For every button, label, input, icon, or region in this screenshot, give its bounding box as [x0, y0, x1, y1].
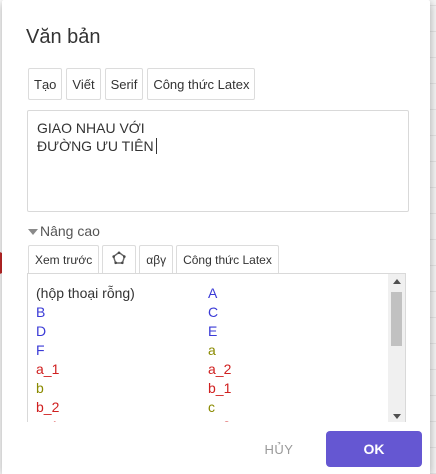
object-list-item[interactable]: a_2: [208, 360, 380, 379]
object-list-item[interactable]: C: [208, 303, 380, 322]
tab-serif[interactable]: Serif: [104, 68, 144, 100]
tab-preview[interactable]: Xem trước: [28, 245, 100, 273]
tab-geometry-objects[interactable]: [102, 245, 137, 273]
tab-greek-symbols[interactable]: αβγ: [139, 245, 174, 273]
geometry-pentagon-icon: [112, 251, 126, 268]
text-dialog: Văn bản Tạo Viết Serif Công thức Latex G…: [2, 0, 430, 474]
text-caret: [155, 138, 157, 154]
list-scrollbar[interactable]: [388, 274, 405, 423]
object-list-item[interactable]: F: [36, 341, 208, 360]
text-style-tabs: Tạo Viết Serif Công thức Latex: [28, 68, 256, 100]
scroll-thumb[interactable]: [391, 292, 402, 346]
objects-list: (hộp thoại rỗng)ABCDEFaa_1a_2bb_1b_2cc_1…: [36, 284, 386, 423]
triangle-down-icon: [28, 228, 38, 235]
tab-write[interactable]: Viết: [66, 68, 101, 100]
object-list-item[interactable]: c: [208, 398, 380, 417]
scroll-up-icon[interactable]: [393, 279, 401, 284]
scroll-down-icon[interactable]: [393, 414, 401, 419]
objects-list-panel: (hộp thoại rỗng)ABCDEFaa_1a_2bb_1b_2cc_1…: [27, 273, 406, 423]
object-list-item[interactable]: a: [208, 341, 380, 360]
object-list-item[interactable]: B: [36, 303, 208, 322]
text-line-1: GIAO NHAU VỚI: [37, 120, 145, 136]
text-input[interactable]: GIAO NHAU VỚI ĐƯỜNG ƯU TIÊN: [27, 110, 409, 212]
advanced-label: Nâng cao: [40, 223, 100, 239]
text-line-2: ĐƯỜNG ƯU TIÊN: [37, 137, 399, 155]
advanced-tabs: Xem trước αβγ Công thức Latex: [28, 245, 279, 273]
cancel-button[interactable]: HỦY: [248, 431, 310, 467]
tab-latex-formula[interactable]: Công thức Latex: [147, 68, 256, 100]
object-list-item[interactable]: D: [36, 322, 208, 341]
object-list-item[interactable]: a_1: [36, 360, 208, 379]
object-list-item[interactable]: E: [208, 322, 380, 341]
object-list-item[interactable]: b_1: [208, 379, 380, 398]
object-list-item[interactable]: b: [36, 379, 208, 398]
text-line-2-content: ĐƯỜNG ƯU TIÊN: [37, 138, 154, 154]
ok-button[interactable]: OK: [326, 431, 422, 467]
tab-create[interactable]: Tạo: [28, 68, 63, 100]
advanced-toggle[interactable]: Nâng cao: [28, 221, 100, 241]
object-list-item[interactable]: A: [208, 284, 380, 303]
object-list-item[interactable]: b_2: [36, 398, 208, 417]
object-list-item[interactable]: (hộp thoại rỗng): [36, 284, 208, 303]
tab-advanced-latex[interactable]: Công thức Latex: [176, 245, 279, 273]
dialog-title: Văn bản: [26, 26, 101, 48]
